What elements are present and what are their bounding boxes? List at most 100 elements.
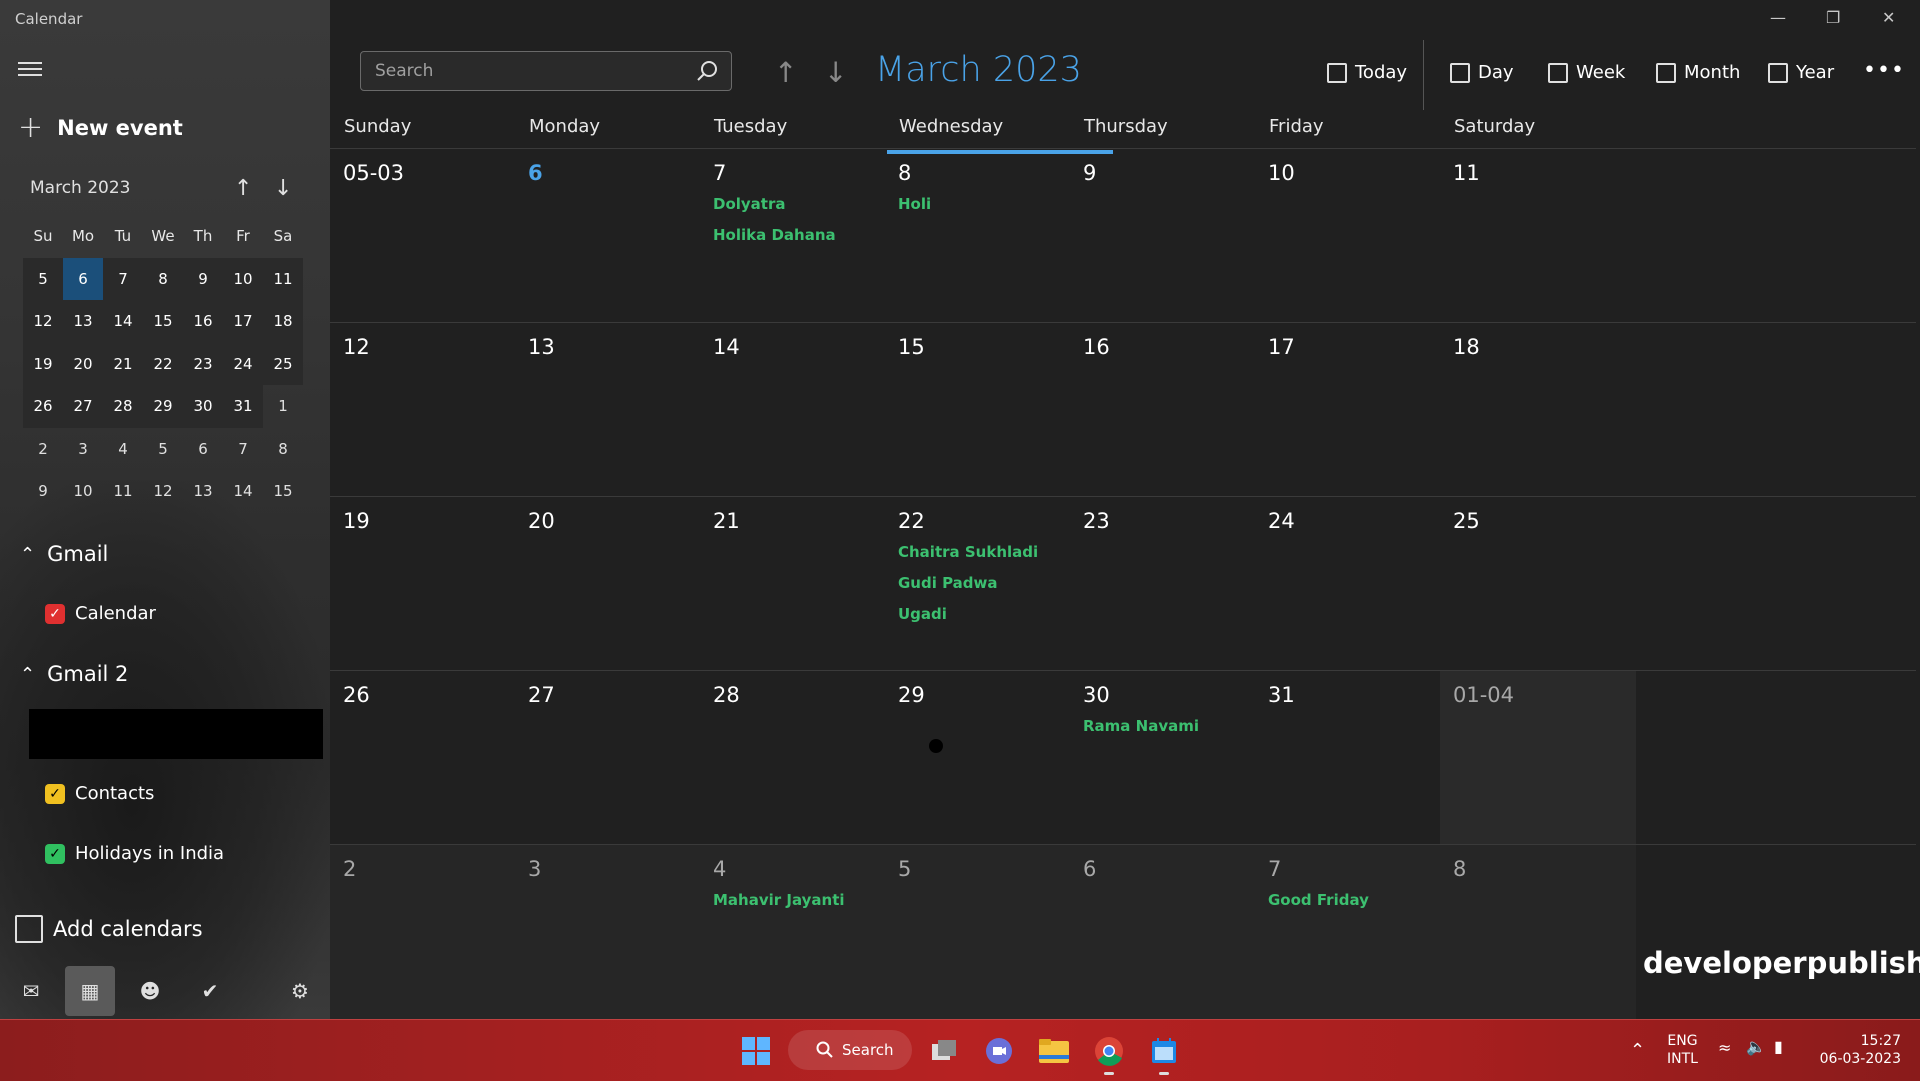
day-cell[interactable]: 4 Mahavir Jayanti bbox=[700, 845, 885, 1019]
calendar-app-taskbar-icon[interactable] bbox=[1144, 1031, 1184, 1071]
day-cell[interactable]: 2 bbox=[330, 845, 515, 1019]
day-cell[interactable]: 31 bbox=[1255, 671, 1440, 845]
mini-day-cell[interactable]: 5 bbox=[23, 257, 63, 300]
day-cell[interactable]: 22 Chaitra Sukhladi Gudi Padwa Ugadi bbox=[885, 497, 1070, 671]
mini-day-cell[interactable]: 30 bbox=[183, 385, 223, 428]
month-view-button[interactable]: Month bbox=[1656, 62, 1740, 83]
day-cell[interactable]: 11 bbox=[1440, 149, 1636, 323]
event-item[interactable]: Dolyatra bbox=[713, 195, 786, 213]
day-cell[interactable]: 25 bbox=[1440, 497, 1636, 671]
language-indicator[interactable]: ENG INTL bbox=[1667, 1032, 1698, 1068]
todo-check-icon[interactable]: ✔ bbox=[185, 966, 235, 1016]
day-cell[interactable]: 18 bbox=[1440, 323, 1636, 497]
new-event-button[interactable]: + New event bbox=[18, 113, 183, 143]
mini-day-cell[interactable]: 14 bbox=[103, 300, 143, 343]
year-view-button[interactable]: Year bbox=[1768, 62, 1834, 83]
day-cell[interactable]: 8 bbox=[1440, 845, 1636, 1019]
event-item[interactable]: Ugadi bbox=[898, 605, 947, 623]
mini-day-cell[interactable]: 23 bbox=[183, 342, 223, 385]
group-gmail-header[interactable]: ⌃ Gmail bbox=[20, 542, 108, 566]
day-cell[interactable]: 27 bbox=[515, 671, 700, 845]
volume-icon[interactable]: 🔈 bbox=[1746, 1037, 1766, 1056]
battery-icon[interactable]: ▮ bbox=[1774, 1037, 1783, 1056]
mini-day-cell[interactable]: 7 bbox=[223, 428, 263, 471]
day-cell[interactable]: 01-04 bbox=[1440, 671, 1636, 845]
add-calendars-button[interactable]: Add calendars bbox=[15, 915, 203, 943]
mini-next-month-arrow-icon[interactable]: ↓ bbox=[274, 176, 292, 201]
day-cell[interactable]: 26 bbox=[330, 671, 515, 845]
day-cell[interactable]: 30 Rama Navami bbox=[1070, 671, 1255, 845]
chrome-browser-icon[interactable] bbox=[1089, 1031, 1129, 1071]
day-cell[interactable]: 6 bbox=[1070, 845, 1255, 1019]
day-cell[interactable]: 7 Dolyatra Holika Dahana bbox=[700, 149, 885, 323]
mini-day-cell[interactable]: 12 bbox=[23, 300, 63, 343]
group-gmail2-header[interactable]: ⌃ Gmail 2 bbox=[20, 662, 128, 686]
mini-day-cell[interactable]: 28 bbox=[103, 385, 143, 428]
mini-day-cell[interactable]: 22 bbox=[143, 342, 183, 385]
search-icon[interactable] bbox=[695, 59, 719, 83]
wifi-icon[interactable]: ≈ bbox=[1718, 1038, 1731, 1057]
event-item[interactable]: Gudi Padwa bbox=[898, 574, 998, 592]
today-button[interactable]: Today bbox=[1327, 62, 1407, 83]
mini-day-cell[interactable]: 6 bbox=[183, 428, 223, 471]
hamburger-menu-icon[interactable] bbox=[18, 58, 42, 78]
mini-day-cell[interactable]: 31 bbox=[223, 385, 263, 428]
day-cell[interactable]: 6 bbox=[515, 149, 700, 323]
mini-calendar-title[interactable]: March 2023 bbox=[30, 178, 131, 198]
restore-icon[interactable]: ❐ bbox=[1826, 8, 1840, 27]
checkbox-checked-icon[interactable]: ✓ bbox=[45, 603, 65, 624]
mini-day-cell[interactable]: 24 bbox=[223, 342, 263, 385]
day-cell[interactable]: 21 bbox=[700, 497, 885, 671]
mini-day-cell[interactable]: 15 bbox=[263, 470, 303, 513]
event-item[interactable]: Holi bbox=[898, 195, 931, 213]
week-view-button[interactable]: Week bbox=[1548, 62, 1625, 83]
mini-day-cell[interactable]: 19 bbox=[23, 342, 63, 385]
mini-day-cell[interactable]: 14 bbox=[223, 470, 263, 513]
mini-day-cell[interactable]: 20 bbox=[63, 342, 103, 385]
calendar-icon[interactable]: ▦ bbox=[65, 966, 115, 1016]
clock[interactable]: 15:27 06-03-2023 bbox=[1815, 1032, 1901, 1068]
mini-day-cell[interactable]: 8 bbox=[143, 257, 183, 300]
mini-day-cell[interactable]: 11 bbox=[103, 470, 143, 513]
more-options-icon[interactable]: ••• bbox=[1863, 58, 1905, 83]
day-cell[interactable]: 10 bbox=[1255, 149, 1440, 323]
mini-day-cell[interactable]: 21 bbox=[103, 342, 143, 385]
mini-day-cell[interactable]: 16 bbox=[183, 300, 223, 343]
day-cell[interactable]: 16 bbox=[1070, 323, 1255, 497]
event-item[interactable]: Holika Dahana bbox=[713, 226, 836, 244]
mini-day-cell[interactable]: 17 bbox=[223, 300, 263, 343]
mini-day-cell[interactable]: 3 bbox=[63, 428, 103, 471]
settings-gear-icon[interactable]: ⚙ bbox=[275, 966, 325, 1016]
minimize-icon[interactable]: — bbox=[1770, 8, 1786, 27]
mini-day-cell[interactable]: 8 bbox=[263, 428, 303, 471]
day-cell[interactable]: 19 bbox=[330, 497, 515, 671]
mini-day-cell[interactable]: 26 bbox=[23, 385, 63, 428]
teams-chat-icon[interactable] bbox=[979, 1031, 1019, 1071]
day-cell[interactable]: 3 bbox=[515, 845, 700, 1019]
people-icon[interactable]: ☻ bbox=[125, 966, 175, 1016]
close-icon[interactable]: ✕ bbox=[1882, 8, 1895, 27]
calendar-item-calendar[interactable]: ✓ Calendar bbox=[45, 603, 156, 624]
mini-day-cell[interactable]: 7 bbox=[103, 257, 143, 300]
calendar-item-holidays[interactable]: ✓ Holidays in India bbox=[45, 843, 224, 864]
mini-day-cell[interactable]: 27 bbox=[63, 385, 103, 428]
mini-day-cell[interactable]: 25 bbox=[263, 342, 303, 385]
mini-day-cell[interactable]: 2 bbox=[23, 428, 63, 471]
day-cell[interactable]: 9 bbox=[1070, 149, 1255, 323]
next-month-arrow-icon[interactable]: ↓ bbox=[824, 56, 847, 89]
mini-day-cell[interactable]: 10 bbox=[223, 257, 263, 300]
mini-day-cell[interactable]: 5 bbox=[143, 428, 183, 471]
calendar-item-contacts[interactable]: ✓ Contacts bbox=[45, 783, 154, 804]
mini-day-cell[interactable]: 4 bbox=[103, 428, 143, 471]
event-item[interactable]: Chaitra Sukhladi bbox=[898, 543, 1038, 561]
mini-day-cell[interactable]: 9 bbox=[23, 470, 63, 513]
day-cell[interactable]: 8 Holi bbox=[885, 149, 1070, 323]
show-hidden-icons-chevron-icon[interactable]: ⌃ bbox=[1630, 1040, 1645, 1061]
day-cell[interactable]: 14 bbox=[700, 323, 885, 497]
day-cell[interactable]: 12 bbox=[330, 323, 515, 497]
mini-day-cell[interactable]: 15 bbox=[143, 300, 183, 343]
mini-prev-month-arrow-icon[interactable]: ↑ bbox=[234, 176, 252, 201]
checkbox-checked-icon[interactable]: ✓ bbox=[45, 783, 65, 804]
file-explorer-icon[interactable] bbox=[1034, 1031, 1074, 1071]
taskbar-search-button[interactable]: Search bbox=[788, 1030, 912, 1070]
